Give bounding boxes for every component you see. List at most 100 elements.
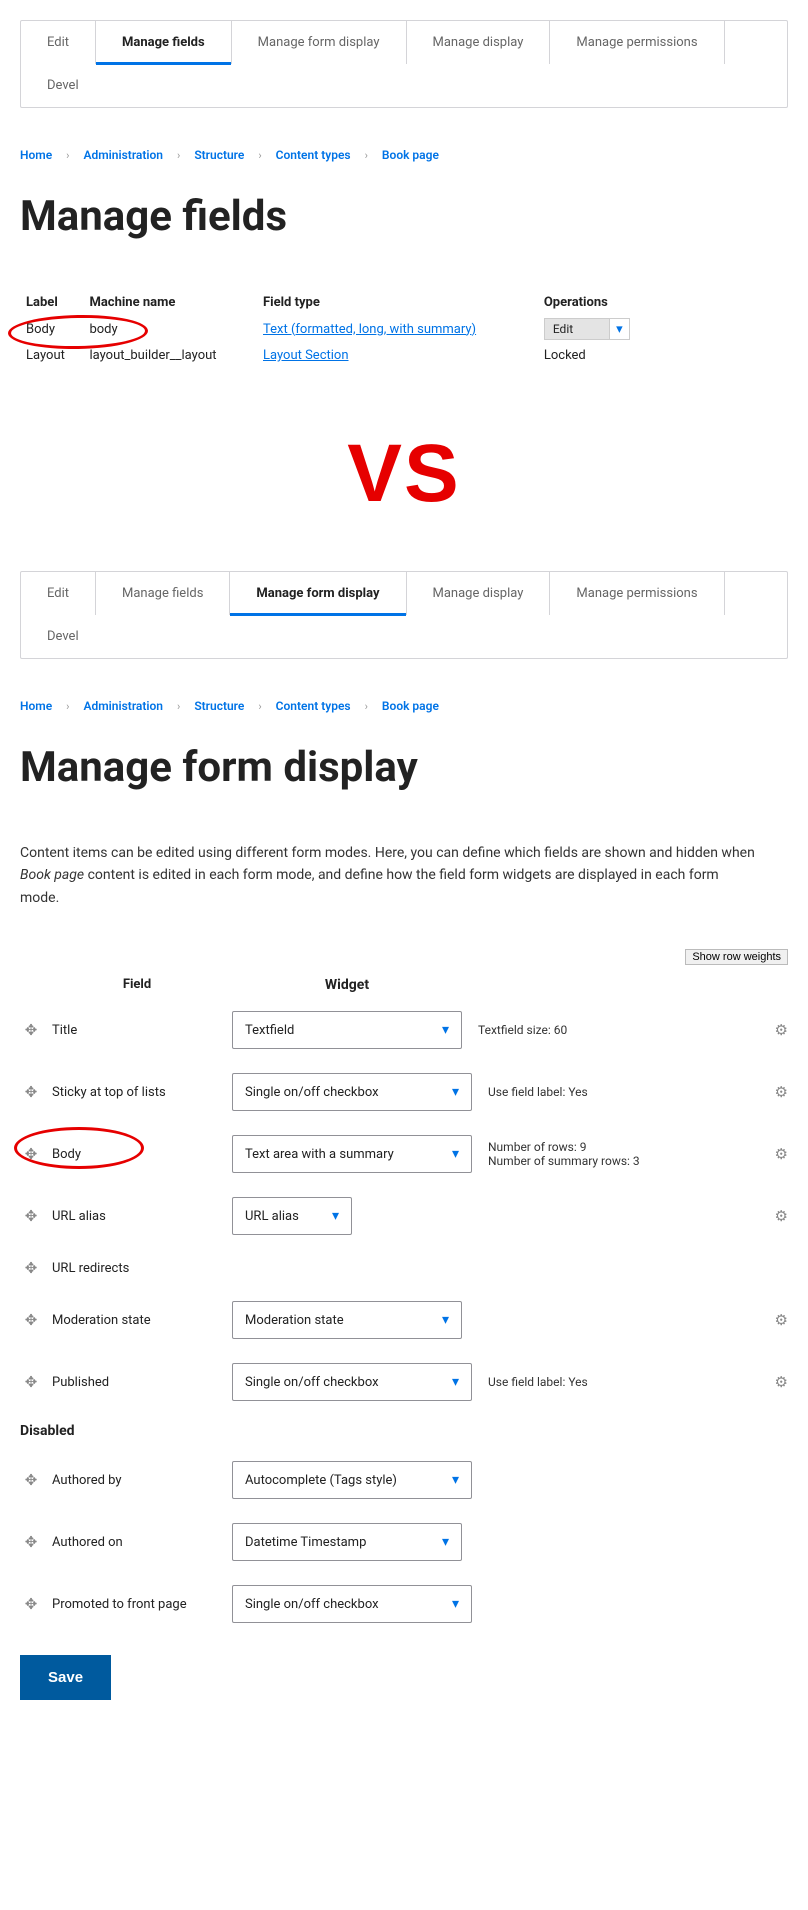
breadcrumb-link[interactable]: Home — [20, 699, 52, 713]
breadcrumb-link[interactable]: Structure — [194, 699, 244, 713]
form-field-row: ✥Promoted to front pageSingle on/off che… — [20, 1573, 788, 1635]
chevron-down-icon: ▾ — [442, 1534, 449, 1550]
show-weights-wrap: Show row weights — [20, 949, 788, 965]
gear-icon[interactable]: ⚙ — [758, 1373, 788, 1391]
form-field-row: ✥Authored byAutocomplete (Tags style)▾ — [20, 1449, 788, 1511]
breadcrumb-link[interactable]: Home — [20, 148, 52, 162]
gear-icon[interactable]: ⚙ — [758, 1311, 788, 1329]
show-row-weights-button[interactable]: Show row weights — [685, 949, 788, 965]
column-header: Label — [20, 291, 83, 314]
tab-edit[interactable]: Edit — [21, 572, 96, 615]
widget-select[interactable]: URL alias▾ — [232, 1197, 352, 1235]
form-display-rows: ✥TitleTextfield▾Textfield size: 60⚙✥Stic… — [20, 999, 788, 1413]
widget-label: Datetime Timestamp — [245, 1535, 366, 1550]
tab-devel[interactable]: Devel — [21, 64, 105, 107]
tab-manage-permissions[interactable]: Manage permissions — [550, 572, 724, 615]
breadcrumb-link[interactable]: Administration — [83, 148, 163, 162]
form-field-row: ✥ URL aliasURL alias▾ ⚙ — [20, 1185, 788, 1247]
breadcrumb-link[interactable]: Book page — [382, 699, 439, 713]
widget-select[interactable]: Autocomplete (Tags style)▾ — [232, 1461, 472, 1499]
field-name: Authored on — [52, 1535, 222, 1550]
breadcrumb-link[interactable]: Structure — [194, 148, 244, 162]
breadcrumb-link[interactable]: Administration — [83, 699, 163, 713]
chevron-right-icon: › — [258, 700, 261, 713]
tab-manage-fields[interactable]: Manage fields — [96, 21, 232, 64]
widget-select[interactable]: Single on/off checkbox▾ — [232, 1585, 472, 1623]
machine-name: body — [83, 314, 257, 344]
intro-em: Book page — [20, 867, 84, 883]
form-field-row: ✥ Published Single on/off checkbox ▾ Use fie… — [20, 1351, 788, 1413]
chevron-right-icon: › — [258, 149, 261, 162]
column-header: Field type — [257, 291, 538, 314]
widget-label: Single on/off checkbox — [245, 1375, 379, 1390]
widget-summary: Textfield size: 60 — [472, 1023, 748, 1037]
tab-manage-permissions[interactable]: Manage permissions — [550, 21, 724, 64]
widget-select[interactable]: Single on/off checkbox ▾ — [232, 1073, 472, 1111]
widget-select[interactable]: Moderation state▾ — [232, 1301, 462, 1339]
chevron-down-icon: ▾ — [452, 1084, 459, 1100]
intro-text: Content items can be edited using differ… — [20, 842, 757, 909]
drag-handle-icon[interactable]: ✥ — [20, 1083, 42, 1101]
save-button[interactable]: Save — [20, 1655, 111, 1700]
form-field-row: ✥Sticky at top of listsSingle on/off che… — [20, 1061, 788, 1123]
drag-handle-icon[interactable]: ✥ — [20, 1471, 42, 1489]
drag-handle-icon[interactable]: ✥ — [20, 1311, 42, 1329]
gear-icon[interactable]: ⚙ — [758, 1021, 788, 1039]
field-name: Published — [52, 1375, 222, 1390]
manage-form-display-section: EditManage fieldsManage form displayMana… — [20, 571, 788, 1700]
breadcrumb-link[interactable]: Content types — [276, 699, 351, 713]
tab-manage-fields[interactable]: Manage fields — [96, 572, 230, 615]
tab-edit[interactable]: Edit — [21, 21, 96, 64]
chevron-down-icon: ▾ — [442, 1022, 449, 1038]
tab-manage-display[interactable]: Manage display — [407, 21, 551, 64]
tab-manage-form-display[interactable]: Manage form display — [232, 21, 407, 64]
manage-fields-section: EditManage fieldsManage form displayMana… — [20, 20, 788, 367]
chevron-down-icon[interactable]: ▾ — [609, 319, 629, 339]
drag-handle-icon[interactable]: ✥ — [20, 1021, 42, 1039]
form-field-row: ✥BodyText area with a summary▾Number of … — [20, 1123, 788, 1185]
breadcrumb-link[interactable]: Book page — [382, 148, 439, 162]
tab-devel[interactable]: Devel — [21, 615, 105, 658]
widget-label: Single on/off checkbox — [245, 1597, 379, 1612]
gear-icon[interactable]: ⚙ — [758, 1145, 788, 1163]
widget-label: URL alias — [245, 1209, 299, 1224]
intro-pre: Content items can be edited using differ… — [20, 845, 755, 861]
drag-handle-icon[interactable]: ✥ — [20, 1259, 42, 1277]
drag-handle-icon[interactable]: ✥ — [20, 1207, 42, 1225]
breadcrumb-link[interactable]: Content types — [276, 148, 351, 162]
column-header: Operations — [538, 291, 660, 314]
col-widget: Widget — [232, 977, 462, 993]
widget-select[interactable]: Textfield ▾ — [232, 1011, 462, 1049]
tabs-top: EditManage fieldsManage form displayMana… — [20, 20, 788, 108]
field-type-link[interactable]: Layout Section — [263, 348, 349, 363]
vs-label: VS — [20, 427, 788, 521]
widget-select[interactable]: Datetime Timestamp ▾ — [232, 1523, 462, 1561]
form-display-header: Field Widget — [20, 971, 788, 999]
edit-dropdown[interactable]: Edit▾ — [544, 318, 630, 340]
chevron-right-icon: › — [66, 149, 69, 162]
widget-label: Single on/off checkbox — [245, 1085, 379, 1100]
intro-post: content is edited in each form mode, and… — [20, 867, 719, 905]
drag-handle-icon[interactable]: ✥ — [20, 1373, 42, 1391]
tab-manage-display[interactable]: Manage display — [407, 572, 551, 615]
widget-select[interactable]: Single on/off checkbox ▾ — [232, 1363, 472, 1401]
field-type-link[interactable]: Text (formatted, long, with summary) — [263, 322, 476, 337]
field-name: Title — [52, 1023, 222, 1038]
edit-button[interactable]: Edit — [545, 319, 609, 339]
widget-summary: Use field label: Yes — [482, 1375, 748, 1389]
form-field-row: ✥ Title Textfield ▾ Textfield size: 60 ⚙ — [20, 999, 788, 1061]
drag-handle-icon[interactable]: ✥ — [20, 1595, 42, 1613]
tab-manage-form-display[interactable]: Manage form display — [230, 572, 406, 615]
form-field-row: ✥ Authored on Datetime Timestamp ▾ — [20, 1511, 788, 1573]
widget-label: Autocomplete (Tags style) — [245, 1473, 397, 1488]
widget-select[interactable]: Text area with a summary▾ — [232, 1135, 472, 1173]
disabled-rows: ✥Authored byAutocomplete (Tags style)▾✥A… — [20, 1449, 788, 1635]
chevron-down-icon: ▾ — [452, 1374, 459, 1390]
field-label: Layout — [20, 344, 83, 367]
drag-handle-icon[interactable]: ✥ — [20, 1145, 42, 1163]
widget-label: Textfield — [245, 1023, 294, 1038]
drag-handle-icon[interactable]: ✥ — [20, 1533, 42, 1551]
gear-icon[interactable]: ⚙ — [758, 1207, 788, 1225]
chevron-down-icon: ▾ — [452, 1146, 459, 1162]
gear-icon[interactable]: ⚙ — [758, 1083, 788, 1101]
